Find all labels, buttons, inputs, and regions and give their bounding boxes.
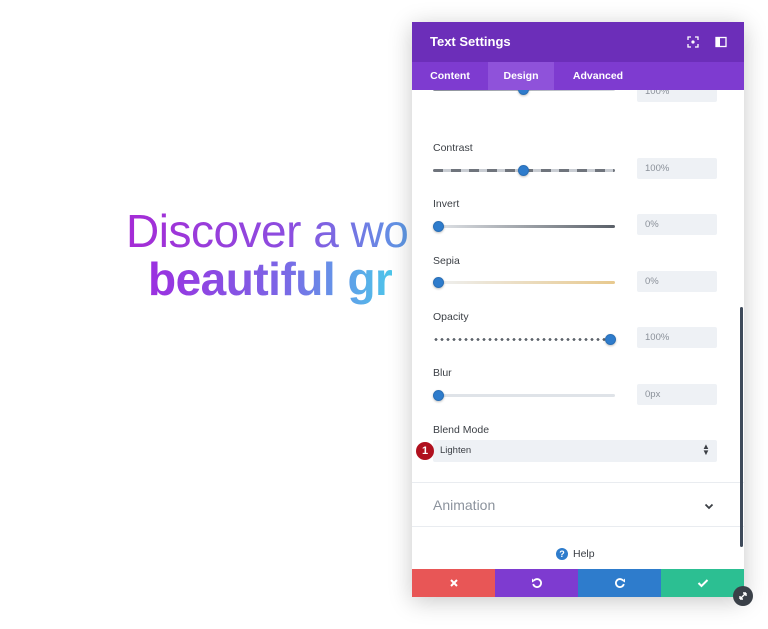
hero-line-2: beautiful gr <box>148 253 393 305</box>
contrast-slider-thumb[interactable] <box>518 165 529 176</box>
sepia-label: Sepia <box>433 255 460 267</box>
chevron-down-icon[interactable] <box>703 499 717 513</box>
blur-slider-thumb[interactable] <box>433 390 444 401</box>
invert-label: Invert <box>433 198 460 210</box>
opacity-slider-thumb[interactable] <box>605 334 616 345</box>
check-icon <box>697 579 708 588</box>
undo-icon <box>531 578 542 588</box>
save-button[interactable] <box>661 569 744 597</box>
contrast-label: Contrast <box>433 142 473 154</box>
section-divider <box>412 526 744 527</box>
tab-design[interactable]: Design <box>488 62 554 90</box>
brightness-value[interactable]: 100% <box>637 90 717 102</box>
settings-scroll-area[interactable]: 100% Contrast 100% Invert 0% Sepia 0% Op… <box>412 90 744 565</box>
cancel-button[interactable] <box>412 569 495 597</box>
sepia-slider-thumb[interactable] <box>433 277 444 288</box>
contrast-value[interactable]: 100% <box>637 158 717 179</box>
brightness-slider-thumb[interactable] <box>518 90 529 95</box>
tab-content[interactable]: Content <box>412 62 488 90</box>
blur-slider-track[interactable] <box>433 394 615 397</box>
resize-handle[interactable] <box>733 586 753 606</box>
sepia-value[interactable]: 0% <box>637 271 717 292</box>
help-link[interactable]: ? Help <box>556 548 595 560</box>
invert-value[interactable]: 0% <box>637 214 717 235</box>
opacity-label: Opacity <box>433 311 469 323</box>
panel-tabs: Content Design Advanced <box>412 62 744 90</box>
panel-title: Text Settings <box>430 34 511 49</box>
opacity-slider-track[interactable] <box>433 338 615 341</box>
blur-label: Blur <box>433 367 452 379</box>
blend-mode-select[interactable]: Lighten ▲ ▼ <box>433 440 717 462</box>
undo-button[interactable] <box>495 569 578 597</box>
panel-footer <box>412 569 744 597</box>
redo-icon <box>614 578 625 588</box>
blend-mode-selected: Lighten <box>440 445 472 456</box>
panel-header: Text Settings <box>412 22 744 62</box>
animation-toggle[interactable]: Animation <box>433 497 495 513</box>
close-icon <box>449 579 458 587</box>
blur-value[interactable]: 0px <box>637 384 717 405</box>
sepia-slider-track[interactable] <box>433 281 615 284</box>
tab-advanced[interactable]: Advanced <box>554 62 642 90</box>
invert-slider-track[interactable] <box>433 225 615 228</box>
help-icon: ? <box>556 548 568 560</box>
step-badge: 1 <box>416 442 434 460</box>
sidebar-toggle-icon[interactable] <box>714 35 728 49</box>
help-label: Help <box>573 548 595 560</box>
opacity-value[interactable]: 100% <box>637 327 717 348</box>
panel-scrollbar[interactable] <box>740 307 743 547</box>
focus-icon[interactable] <box>686 35 700 49</box>
redo-button[interactable] <box>578 569 661 597</box>
invert-slider-thumb[interactable] <box>433 221 444 232</box>
section-divider <box>412 482 744 483</box>
resize-icon <box>739 592 747 600</box>
text-settings-panel: Text Settings Content Design Advanced 10… <box>412 22 744 597</box>
blend-mode-label: Blend Mode <box>433 424 490 436</box>
select-arrows-icon: ▲ ▼ <box>702 442 710 457</box>
